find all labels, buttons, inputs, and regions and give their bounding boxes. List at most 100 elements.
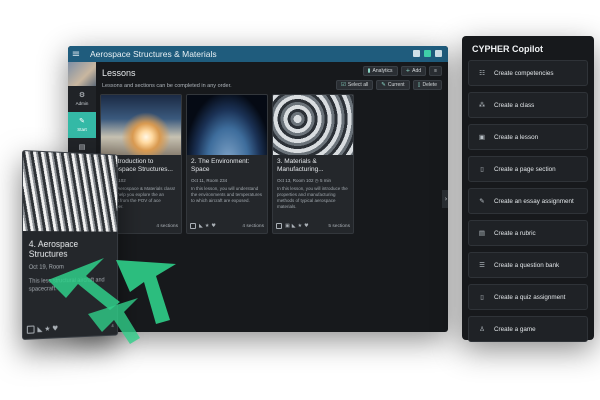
pin-icon: ✎ (79, 117, 85, 125)
delete-label: Delete (422, 82, 437, 88)
clipboard-icon: ▤ (78, 143, 86, 151)
chart-icon: ◣ (199, 223, 203, 229)
lesson-checkbox[interactable] (276, 223, 282, 229)
clock-icon: ◷ (314, 179, 319, 184)
notification-icon[interactable] (413, 50, 420, 57)
sidebar-item-start[interactable]: ✎ Start (68, 112, 96, 138)
copilot-item-label: Create a class (494, 101, 535, 109)
trophy-icon: ♙ (479, 325, 485, 333)
chart-icon: ◣ (37, 325, 43, 334)
heart-icon: ♥ (211, 223, 216, 229)
analytics-button[interactable]: ▮ Analytics (362, 66, 398, 76)
copilot-create-quiz-assignment[interactable]: ▯ Create a quiz assignment (468, 284, 588, 310)
lesson-description: This less structural aircraft and spacec… (28, 277, 105, 293)
add-button[interactable]: + Add (400, 66, 427, 76)
selection-actions: ☑ Select all ✎ Current ▯ Delete (335, 80, 442, 90)
sidebar-item-label: Start (77, 127, 87, 132)
copilot-item-label: Create an essay assignment (494, 197, 574, 205)
lesson-image-bolts (273, 95, 353, 155)
copilot-item-label: Create a question bank (494, 261, 560, 269)
page-title: Lessons (102, 68, 136, 78)
copilot-create-game[interactable]: ♙ Create a game (468, 316, 588, 342)
sidebar-item-admin[interactable]: ⚙ Admin (68, 86, 96, 112)
header-actions: ▮ Analytics + Add ≡ (362, 66, 442, 76)
heart-icon: ♥ (304, 223, 309, 229)
copilot-item-label: Create a lesson (494, 133, 539, 141)
heart-icon: ♥ (52, 324, 59, 333)
lesson-image-earth (187, 95, 267, 155)
floating-lesson-card[interactable]: 4. Aerospace Structures Oct 19, Room Thi… (22, 150, 119, 340)
current-button[interactable]: ✎ Current (376, 80, 410, 90)
pencil-icon: ✎ (479, 197, 485, 205)
copilot-create-question-bank[interactable]: ☰ Create a question bank (468, 252, 588, 278)
star-icon: ★ (297, 223, 303, 229)
lesson-title: 3. Materials & Manufacturing... (277, 158, 324, 173)
list-icon: ☷ (479, 69, 485, 77)
lesson-footer: ◣ ★ ♥ 4 (26, 321, 114, 334)
copilot-icon[interactable] (424, 50, 431, 57)
copilot-item-label: Create a quiz assignment (494, 293, 566, 301)
lesson-sections: 5 sections (328, 223, 350, 229)
quiz-icon: ▯ (480, 293, 484, 301)
copilot-create-essay-assignment[interactable]: ✎ Create an essay assignment (468, 188, 588, 214)
select-all-label: Select all (347, 82, 369, 88)
lesson-image-shuttle (101, 95, 181, 155)
lesson-footer: ▣ ◣ ★ ♥ 5 sections (276, 222, 350, 230)
lesson-checkbox[interactable] (26, 325, 35, 334)
lesson-date: Oct 13, Room 102 (277, 178, 314, 183)
menu-icon[interactable]: ≡ (68, 46, 84, 62)
copilot-create-competencies[interactable]: ☷ Create competencies (468, 60, 588, 86)
trash-icon: ▯ (417, 82, 421, 88)
copilot-create-page-section[interactable]: ▯ Create a page section (468, 156, 588, 182)
lesson-status-icons: ▣ ◣ ★ ♥ (285, 223, 309, 229)
copilot-title: CYPHER Copilot (472, 44, 543, 54)
lesson-sections: 4 (111, 323, 114, 329)
chart-icon: ◣ (291, 223, 296, 229)
checkbox-icon: ☑ (340, 82, 346, 88)
profile-icon[interactable] (435, 50, 442, 57)
delete-button[interactable]: ▯ Delete (412, 80, 442, 90)
more-menu-button[interactable]: ≡ (429, 66, 442, 76)
star-icon: ★ (204, 223, 210, 229)
copilot-item-label: Create a page section (494, 165, 556, 173)
page-subtitle: Lessons and sections can be completed in… (102, 83, 232, 89)
lesson-meta: Oct 19, Room (28, 264, 64, 271)
lesson-duration: 5 min (320, 178, 332, 183)
pencil-icon: ✎ (381, 82, 386, 88)
course-title: Aerospace Structures & Materials (90, 49, 217, 59)
lesson-card[interactable]: 3. Materials & Manufacturing... Oct 13, … (272, 94, 354, 234)
table-icon: ▤ (478, 229, 486, 237)
lesson-title: 4. Aerospace Structures (28, 239, 79, 259)
copilot-create-lesson[interactable]: ▣ Create a lesson (468, 124, 588, 150)
lock-icon: ▣ (285, 223, 290, 229)
avatar[interactable] (68, 62, 96, 86)
copilot-create-rubric[interactable]: ▤ Create a rubric (468, 220, 588, 246)
current-label: Current (387, 82, 405, 88)
gear-icon: ⚙ (78, 91, 86, 99)
lesson-image-structure (22, 151, 119, 232)
star-icon: ★ (44, 324, 51, 334)
lesson-title: 2. The Environment: Space (191, 158, 250, 173)
lesson-footer: ◣ ★ ♥ 4 sections (190, 222, 264, 230)
checklist-icon: ☰ (479, 261, 485, 269)
stage: ≡ Aerospace Structures & Materials ⚙ Adm… (0, 0, 600, 400)
lesson-sections: 4 sections (242, 223, 264, 229)
lesson-meta: Oct 13, Room 102 ◷ 5 min (277, 178, 331, 184)
add-label: Add (412, 68, 422, 74)
lesson-checkbox[interactable] (190, 223, 196, 229)
more-icon: ≡ (434, 68, 437, 74)
copilot-item-label: Create a game (494, 325, 536, 333)
nodes-icon: ⁂ (478, 101, 486, 109)
lesson-sections: 4 sections (156, 223, 178, 229)
plus-icon: + (405, 68, 411, 74)
titlebar-icons (413, 50, 442, 57)
lesson-meta: Oct 11, Room 234 (191, 178, 228, 183)
copilot-create-class[interactable]: ⁂ Create a class (468, 92, 588, 118)
app-window: ≡ Aerospace Structures & Materials ⚙ Adm… (68, 46, 448, 332)
lesson-status-icons: ◣ ★ ♥ (37, 325, 58, 334)
chevron-right-icon[interactable]: › (442, 190, 448, 208)
select-all-button[interactable]: ☑ Select all (335, 80, 374, 90)
lessons-content: Lessons Lessons and sections can be comp… (96, 62, 448, 332)
lesson-card[interactable]: 2. The Environment: Space Oct 11, Room 2… (186, 94, 268, 234)
lesson-description: In this lesson, you will understand the … (191, 186, 263, 203)
